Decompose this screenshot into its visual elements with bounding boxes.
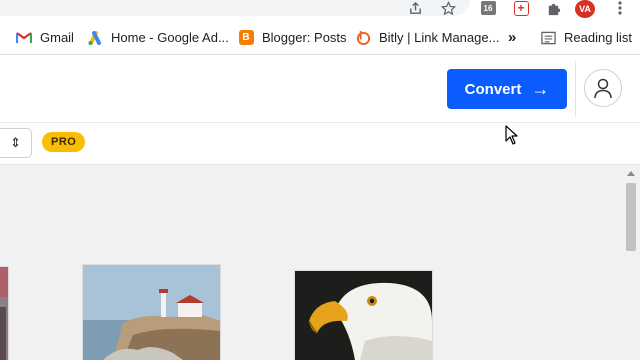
- vertical-scrollbar[interactable]: [622, 165, 640, 360]
- address-bar[interactable]: [0, 0, 470, 16]
- header-divider: [575, 61, 576, 117]
- reading-list-button[interactable]: Reading list: [540, 20, 632, 55]
- extension-plus-icon[interactable]: +: [513, 0, 529, 16]
- options-toolbar: ⇕: [0, 123, 640, 165]
- bookmark-google-ads[interactable]: Home - Google Ad...: [87, 20, 229, 55]
- star-icon[interactable]: [440, 0, 456, 16]
- scroll-thumb[interactable]: [626, 183, 636, 251]
- arrow-right-icon: →: [531, 78, 550, 99]
- bitly-icon: [355, 30, 371, 46]
- share-icon[interactable]: [407, 0, 423, 16]
- user-icon: [594, 78, 612, 99]
- eagle-photo[interactable]: [295, 271, 432, 360]
- scroll-up-icon[interactable]: [627, 171, 635, 176]
- format-select[interactable]: ⇕: [0, 128, 32, 158]
- user-account-button[interactable]: [584, 69, 622, 107]
- bookmark-gmail[interactable]: Gmail: [16, 20, 74, 55]
- browser-top-bar: 16 + VA: [0, 0, 640, 20]
- bookmark-blogger[interactable]: B Blogger: Posts: [238, 20, 347, 55]
- image-gallery: [0, 165, 640, 360]
- lighthouse-photo[interactable]: [83, 265, 220, 360]
- blogger-icon: B: [238, 30, 254, 46]
- bookmark-label: Home - Google Ad...: [111, 30, 229, 45]
- avatar-initials: VA: [575, 0, 595, 18]
- mouse-pointer-icon: [505, 125, 519, 150]
- reading-list-label: Reading list: [564, 30, 632, 45]
- profile-avatar-icon[interactable]: VA: [575, 0, 595, 18]
- bookmarks-bar: Gmail Home - Google Ad... B Blogger: Pos…: [0, 20, 640, 55]
- bookmark-label: Blogger: Posts: [262, 30, 347, 45]
- bookmarks-overflow-button[interactable]: »: [508, 20, 516, 55]
- menu-kebab-icon[interactable]: [612, 0, 628, 16]
- puzzle-icon[interactable]: [545, 0, 561, 16]
- bookmark-label: Bitly | Link Manage...: [379, 30, 500, 45]
- convert-button[interactable]: Convert →: [447, 69, 567, 109]
- partial-image-left[interactable]: [0, 267, 8, 360]
- google-ads-icon: [87, 30, 103, 46]
- convert-label: Convert: [464, 80, 522, 98]
- app-header: Convert →: [0, 55, 640, 123]
- bookmark-label: Gmail: [40, 30, 74, 45]
- bookmark-bitly[interactable]: Bitly | Link Manage...: [355, 20, 499, 55]
- reading-list-icon: [540, 30, 556, 46]
- pro-badge[interactable]: PRO: [42, 132, 86, 152]
- select-caret-icon: ⇕: [10, 135, 21, 150]
- extension-16-icon[interactable]: 16: [480, 0, 496, 16]
- gmail-icon: [16, 30, 32, 46]
